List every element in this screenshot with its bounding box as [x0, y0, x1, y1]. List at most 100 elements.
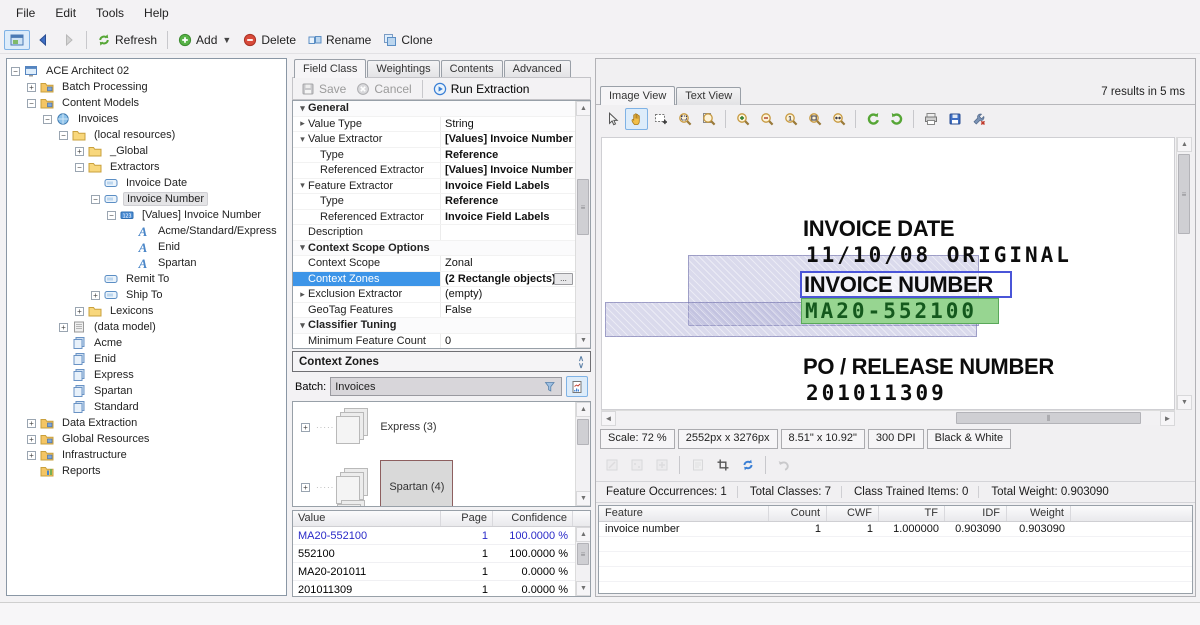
collapse-minus-icon[interactable]: − [43, 115, 52, 124]
despeckle-button[interactable] [625, 454, 648, 476]
refresh-view-button[interactable] [736, 454, 759, 476]
document-canvas[interactable]: INVOICE DATE 11/10/08 ORIGINAL INVOICE N… [601, 137, 1175, 410]
nav-back-button[interactable] [30, 30, 56, 50]
column-header-tf[interactable]: TF [879, 506, 945, 521]
property-value[interactable]: Zonal [441, 256, 575, 271]
value-row-ma20-552100[interactable]: MA20-5521001100.0000 % [293, 527, 590, 545]
property-value[interactable] [441, 225, 575, 240]
zoom-in-button[interactable] [731, 108, 754, 130]
column-header-weight[interactable]: Weight [1007, 506, 1071, 521]
scroll-right-arrow-icon[interactable]: ► [1160, 411, 1175, 426]
property-row-value-extractor[interactable]: ▾Value Extractor[Values] Invoice Number [293, 132, 575, 148]
property-value[interactable]: Reference [441, 148, 575, 163]
collapse-minus-icon[interactable]: − [91, 195, 100, 204]
tree-item-invoice-date[interactable]: Invoice Date [7, 175, 286, 191]
tree-item-acme[interactable]: Acme [7, 335, 286, 351]
menu-item-edit[interactable]: Edit [47, 2, 88, 24]
column-header-count[interactable]: Count [769, 506, 827, 521]
expand-plus-icon[interactable]: + [27, 435, 36, 444]
app-window-button[interactable] [4, 30, 30, 50]
property-value[interactable]: (2 Rectangle objects)... [441, 272, 575, 287]
scroll-up-arrow-icon[interactable]: ▲ [576, 402, 591, 417]
tree-item-ship-to[interactable]: +Ship To [7, 287, 286, 303]
deskew-button[interactable] [600, 454, 623, 476]
property-row-geotag-features[interactable]: GeoTag FeaturesFalse [293, 303, 575, 319]
menu-item-tools[interactable]: Tools [88, 2, 136, 24]
scroll-thumb[interactable]: ≡ [577, 543, 589, 565]
tree-item-ace-architect-02[interactable]: −ACE Architect 02 [7, 63, 286, 79]
collapse-minus-icon[interactable]: − [27, 99, 36, 108]
value-row-552100[interactable]: 5521001100.0000 % [293, 545, 590, 563]
expand-plus-icon[interactable]: + [75, 147, 84, 156]
pan-hand-button[interactable] [625, 108, 648, 130]
image-vertical-scrollbar[interactable]: ▲ ≡ ▼ [1176, 137, 1191, 410]
undo-button[interactable] [772, 454, 795, 476]
tab-weightings[interactable]: Weightings [367, 60, 439, 78]
property-value[interactable]: Invoice Field Labels [441, 210, 575, 225]
property-value[interactable]: 0 [441, 334, 575, 349]
rename-button[interactable]: Rename [302, 30, 377, 50]
scroll-up-arrow-icon[interactable]: ▲ [576, 101, 591, 116]
scroll-down-arrow-icon[interactable]: ▼ [576, 581, 591, 596]
property-row-feature-extractor[interactable]: ▾Feature ExtractorInvoice Field Labels [293, 179, 575, 195]
save-image-button[interactable] [943, 108, 966, 130]
expander-icon[interactable]: ▾ [297, 242, 308, 253]
scroll-up-arrow-icon[interactable]: ▲ [576, 527, 591, 542]
scroll-left-arrow-icon[interactable]: ◄ [601, 411, 616, 426]
scroll-down-arrow-icon[interactable]: ▼ [1177, 395, 1192, 410]
values-scrollbar[interactable]: ▲ ≡ ▼ [575, 527, 590, 596]
zoom-fit-button[interactable] [803, 108, 826, 130]
rotate-right-button[interactable] [885, 108, 908, 130]
zoom-out-button[interactable] [755, 108, 778, 130]
collapse-minus-icon[interactable]: − [11, 67, 20, 76]
delete-button[interactable]: Delete [237, 30, 302, 50]
tree-item--data-model-[interactable]: +(data model) [7, 319, 286, 335]
tab-text-view[interactable]: Text View [676, 87, 741, 105]
property-row-minimum-feature-count[interactable]: Minimum Feature Count0 [293, 334, 575, 349]
tree-item-lexicons[interactable]: +Lexicons [7, 303, 286, 319]
menu-item-help[interactable]: Help [136, 2, 181, 24]
expand-plus-icon[interactable]: + [27, 83, 36, 92]
tree-item-extractors[interactable]: −Extractors [7, 159, 286, 175]
scroll-thumb[interactable] [577, 419, 589, 445]
expand-plus-icon[interactable]: + [301, 423, 310, 432]
value-row-201011309[interactable]: 20101130910.0000 % [293, 581, 590, 597]
image-horizontal-scrollbar[interactable]: ◄ ⫴ ► [601, 410, 1175, 425]
rotate-left-button[interactable] [861, 108, 884, 130]
tree-item-acme-standard-express[interactable]: AAcme/Standard/Express [7, 223, 286, 239]
tree-item-remit-to[interactable]: Remit To [7, 271, 286, 287]
scroll-up-arrow-icon[interactable]: ▲ [1177, 137, 1192, 152]
clone-button[interactable]: Clone [377, 30, 438, 50]
collapse-minus-icon[interactable]: − [59, 131, 68, 140]
column-header-idf[interactable]: IDF [945, 506, 1007, 521]
property-value[interactable]: False [441, 303, 575, 318]
filter-icon[interactable] [543, 380, 557, 394]
tree-item-express[interactable]: Express [7, 367, 286, 383]
tree-item-global-resources[interactable]: +Global Resources [7, 431, 286, 447]
tree-item-standard[interactable]: Standard [7, 399, 286, 415]
zone-class-node-express-3-[interactable]: +·····Express (3) [301, 408, 437, 446]
expander-icon[interactable]: ▸ [297, 289, 308, 300]
expander-icon[interactable]: ▸ [297, 118, 308, 129]
column-header-page[interactable]: Page [441, 511, 493, 526]
tree-item-enid[interactable]: AEnid [7, 239, 286, 255]
property-row-general[interactable]: ▾General [293, 101, 575, 117]
tab-advanced[interactable]: Advanced [504, 60, 571, 78]
property-row-type[interactable]: TypeReference [293, 194, 575, 210]
property-grid-scrollbar[interactable]: ▲ ≡ ▼ [575, 101, 590, 348]
pointer-button[interactable] [601, 108, 624, 130]
property-row-description[interactable]: Description [293, 225, 575, 241]
nav-forward-button[interactable] [56, 30, 82, 50]
property-row-value-type[interactable]: ▸Value TypeString [293, 117, 575, 133]
feature-row-invoice-number[interactable]: invoice number111.0000000.9030900.903090 [599, 522, 1192, 537]
menu-item-file[interactable]: File [8, 2, 47, 24]
tree-item-batch-processing[interactable]: +Batch Processing [7, 79, 286, 95]
property-row-context-scope-options[interactable]: ▾Context Scope Options [293, 241, 575, 257]
cancel-button[interactable]: Cancel [352, 81, 415, 97]
crop-button[interactable] [711, 454, 734, 476]
tree-item--values-invoice-number[interactable]: −123[Values] Invoice Number [7, 207, 286, 223]
tree-item-enid[interactable]: Enid [7, 351, 286, 367]
refresh-button[interactable]: Refresh [91, 30, 163, 50]
property-value[interactable]: [Values] Invoice Number [441, 163, 575, 178]
tree-item--global[interactable]: +_Global [7, 143, 286, 159]
